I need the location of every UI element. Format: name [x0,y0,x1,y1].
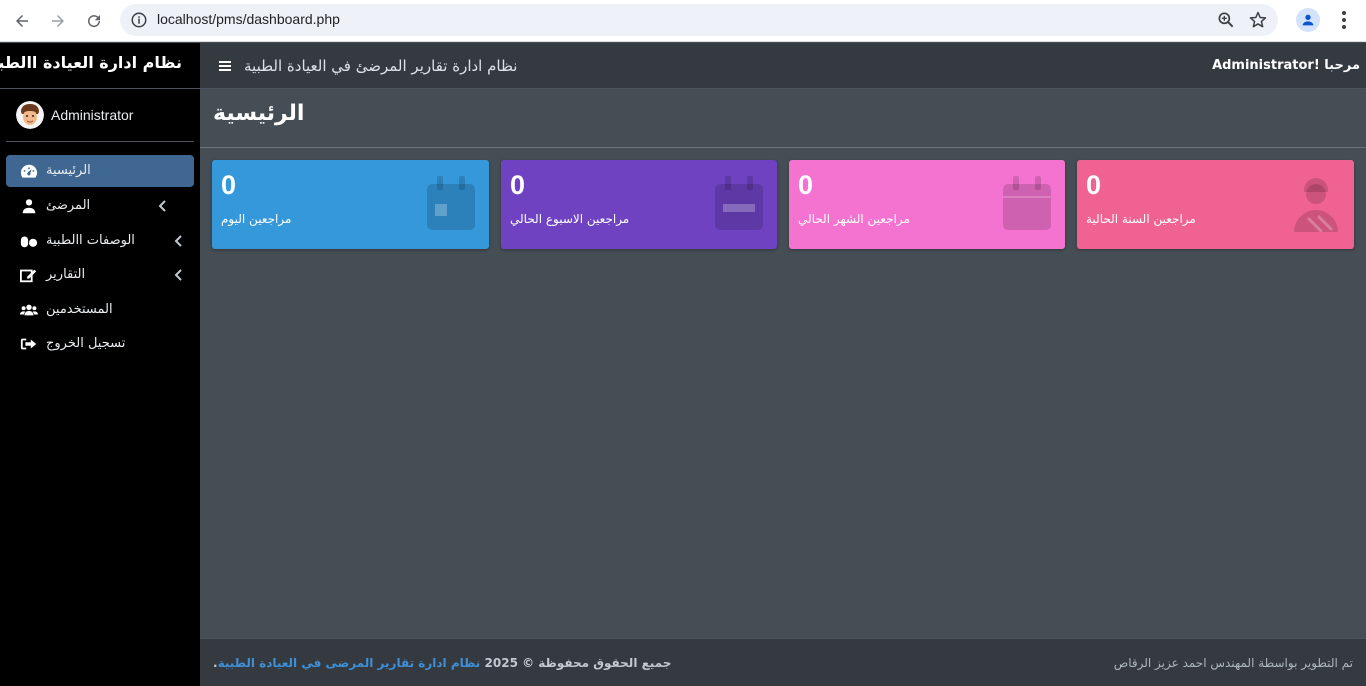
calendar-week-icon [715,176,763,230]
developer-credit: تم التطوير بواسطة المهندس احمد عزيز الرق… [1113,656,1353,670]
sidebar-item-label: المرضئ [46,198,91,213]
bookmark-star-icon[interactable] [1248,10,1268,30]
sidebar-item-label: تسجيل الخروج [46,336,126,351]
sign-out-icon [20,338,37,350]
top-navbar: نظام ادارة تقارير المرضئ في العيادة الطب… [200,43,1366,89]
tachometer-icon [20,164,38,178]
sidebar-item-label: الرئيسية [46,163,91,178]
card-label: مراجعين الاسبوع الحالي [510,212,630,226]
users-icon [20,304,38,316]
copyright-text: جميع الحقوق محفوظة © 2025 [484,656,672,670]
card-count: 0 [510,170,526,200]
stat-card-today[interactable]: 0 مراجعين اليوم [212,160,489,249]
address-bar[interactable]: localhost/pms/dashboard.php [120,4,1278,36]
chevron-left-icon [158,200,166,212]
chevron-left-icon [174,235,182,247]
user-panel[interactable]: Administrator [6,89,194,142]
chevron-left-icon [174,269,182,281]
user-injured-icon [22,199,36,214]
card-count: 0 [221,170,237,200]
sidebar-item-users[interactable]: المستخدمين [6,294,194,326]
avatar [16,101,44,129]
sidebar-item-prescriptions[interactable]: الوصفات االطبية [6,225,194,257]
sidebar-item-label: المستخدمين [46,302,113,317]
calendar-icon [1003,176,1051,230]
card-label: مراجعين اليوم [221,212,292,226]
profile-button[interactable] [1296,8,1320,32]
hamburger-menu-icon[interactable] [218,59,232,73]
user-name[interactable]: Administrator [51,107,133,123]
sidebar: نظام ادارة العيادة االطبية Administrator… [0,43,200,686]
card-label: مراجعين السنة الحالية [1086,212,1196,226]
reload-button[interactable] [80,7,108,35]
card-label: مراجعين الشهر الحالي [798,212,910,226]
copyright-link[interactable]: نظام ادارة تقارير المرضى في العيادة الطب… [218,656,481,670]
back-button[interactable] [8,7,36,35]
brand-title: نظام ادارة العيادة االطبية [0,53,182,72]
sidebar-item-label: الوصفات االطبية [46,233,135,248]
zoom-icon[interactable] [1216,10,1236,30]
kebab-menu-icon[interactable] [1332,8,1356,32]
avatar-face-icon [16,101,44,129]
profile-icon [1302,14,1314,26]
copyright: جميع الحقوق محفوظة © 2025 نظام ادارة تقا… [213,656,671,670]
brand-link[interactable]: نظام ادارة العيادة االطبية [0,43,200,89]
sidebar-item-logout[interactable]: تسجيل الخروج [6,328,194,360]
welcome-message: Administrator! مرحبا [1212,58,1360,73]
card-count: 0 [1086,170,1102,200]
reload-icon [88,15,101,28]
browser-toolbar: localhost/pms/dashboard.php [0,0,1366,42]
content-header: الرئيسية [200,89,1366,148]
sidebar-item-label: التقارير [46,267,86,282]
card-count: 0 [798,170,814,200]
stat-card-week[interactable]: 0 مراجعين الاسبوع الحالي [501,160,777,249]
stat-card-month[interactable]: 0 مراجعين الشهر الحالي [789,160,1065,249]
forward-button[interactable] [44,7,72,35]
footer: جميع الحقوق محفوظة © 2025 نظام ادارة تقا… [200,638,1366,686]
calendar-day-icon [427,176,475,230]
stat-card-year[interactable]: 0 مراجعين السنة الحالية [1077,160,1354,249]
page-title: الرئيسية [213,101,305,126]
user-injured-icon [1294,178,1338,232]
arrow-left-icon [16,15,28,27]
pills-icon [20,236,38,248]
url-text[interactable]: localhost/pms/dashboard.php [157,11,340,27]
sidebar-item-reports[interactable]: التقارير [6,259,194,291]
sidebar-item-dashboard[interactable]: الرئيسية [6,155,194,187]
app-title[interactable]: نظام ادارة تقارير المرضئ في العيادة الطب… [244,57,517,75]
info-icon[interactable] [130,11,148,29]
sidebar-item-patients[interactable]: المرضئ [6,190,194,222]
arrow-right-icon [52,15,64,27]
edit-icon [20,269,37,283]
